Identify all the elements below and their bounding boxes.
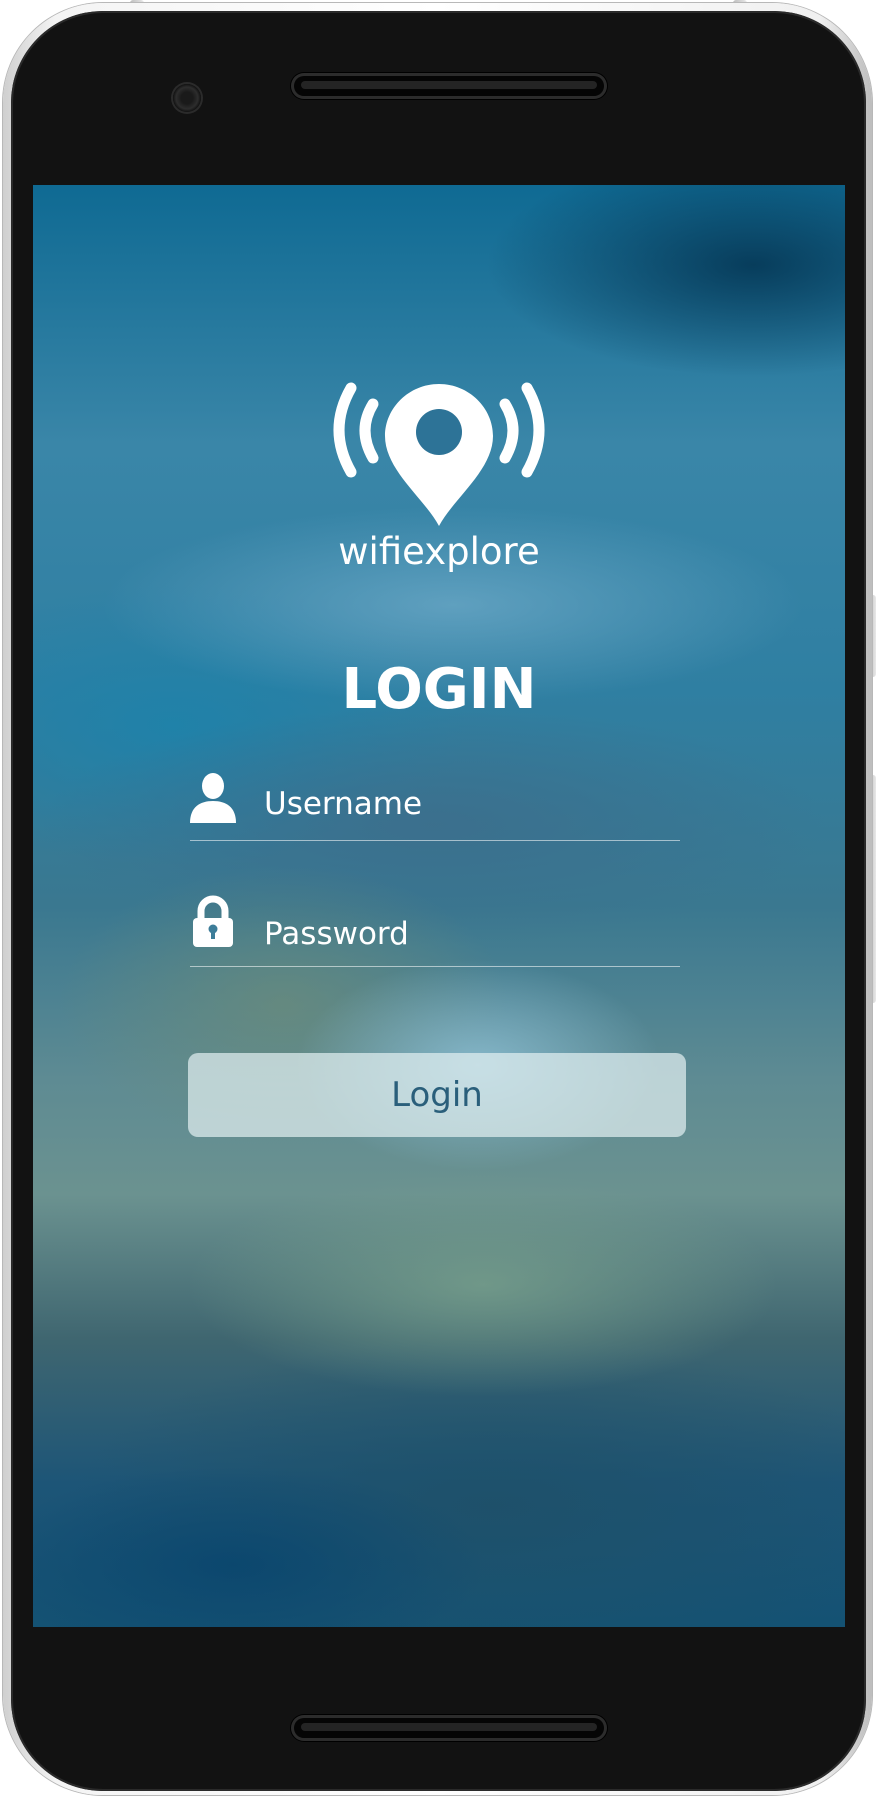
page-title: LOGIN [341,657,537,722]
lock-icon [193,895,233,947]
username-input[interactable] [264,784,680,824]
password-field[interactable] [190,895,680,967]
phone-frame: wifiexplore LOGIN Login [0,0,881,1800]
brand-name: wifiexplore [338,530,540,573]
password-input[interactable] [264,914,680,954]
bottom-speaker [291,1715,607,1741]
front-camera-icon [173,84,201,112]
top-speaker [291,73,607,99]
app-logo: wifiexplore [33,380,845,574]
login-button[interactable]: Login [188,1053,686,1137]
username-field[interactable] [190,770,680,841]
user-icon [190,773,236,823]
login-screen: wifiexplore LOGIN Login [33,185,845,1627]
wifi-location-pin-icon [333,382,545,526]
